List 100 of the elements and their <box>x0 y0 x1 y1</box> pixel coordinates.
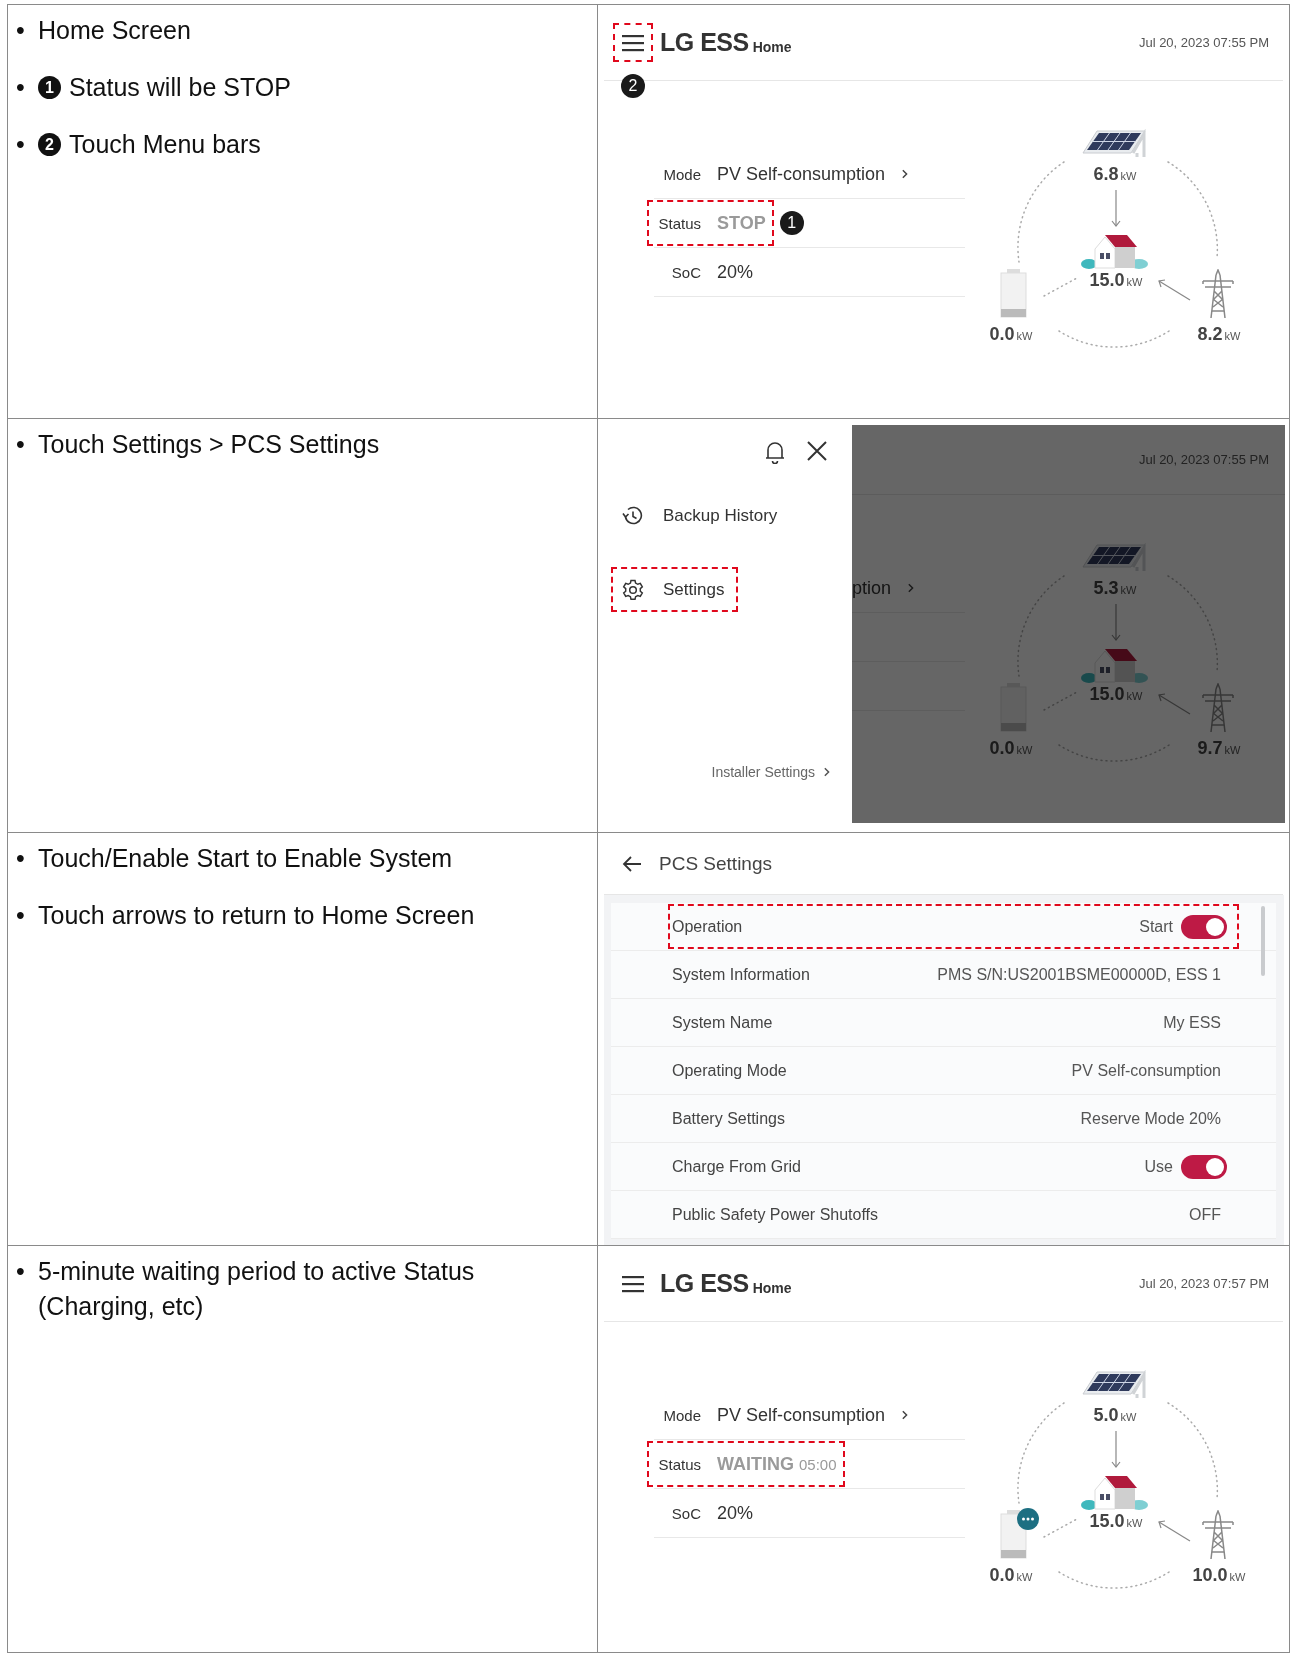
countdown-timer: 05:00 <box>799 1455 837 1473</box>
power-unit: kW <box>1126 690 1143 702</box>
settings-row[interactable]: Battery Settings Reserve Mode 20% <box>611 1095 1276 1143</box>
instruction-text: Touch Menu bars <box>69 129 261 160</box>
field-label: Status <box>657 214 701 232</box>
menu-icon <box>622 1274 644 1293</box>
callout-number: 2 <box>38 133 61 156</box>
power-unit: kW <box>1016 744 1033 756</box>
settings-icon <box>621 577 645 602</box>
power-tower-icon <box>1199 269 1237 318</box>
setting-value: PV Self-consumption <box>1071 1061 1221 1080</box>
field-value: 20% <box>717 1502 754 1524</box>
back-arrow-icon[interactable] <box>621 853 643 874</box>
instruction-text: 5-minute waiting period to active Status (Charging, etc) <box>38 1256 476 1322</box>
logo-text: LG ESS <box>660 28 749 57</box>
power-value: 0.0 <box>989 324 1015 344</box>
scrollbar[interactable] <box>1261 906 1265 976</box>
power-tower-icon <box>1199 1510 1237 1559</box>
power-value: 5.3 <box>1093 578 1119 598</box>
settings-row[interactable]: Operation Start <box>611 903 1276 951</box>
power-unit: kW <box>1016 1571 1033 1583</box>
power-unit: kW <box>1224 330 1241 342</box>
page-label: Home <box>752 38 792 55</box>
callout-number: 2 <box>621 74 645 98</box>
flow-arrow <box>1158 1520 1191 1542</box>
settings-row[interactable]: Operating Mode PV Self-consumption <box>611 1047 1276 1095</box>
instruction-text: Status will be STOP <box>69 72 291 103</box>
setting-label: Operating Mode <box>672 1061 787 1080</box>
instruction-text: Home Screen <box>38 15 191 46</box>
settings-row[interactable]: System Information PMS S/N:US2001BSME00000D, ESS 1 <box>611 951 1276 999</box>
setting-value: OFF <box>1189 1205 1221 1224</box>
power-value: 0.0 <box>989 738 1015 758</box>
power-value: 15.0 <box>1089 684 1125 704</box>
setting-value: PMS S/N:US2001BSME00000D, ESS 1 <box>937 965 1221 984</box>
bullet: • <box>16 129 26 160</box>
power-unit: kW <box>1126 276 1143 288</box>
solar-panel-icon <box>1081 543 1148 572</box>
power-value: 15.0 <box>1089 1511 1125 1531</box>
flow-arrow <box>1111 603 1121 641</box>
page-label: Home <box>752 1279 792 1296</box>
field-value: STOP <box>717 212 766 234</box>
bullet: • <box>16 900 26 931</box>
settings-row[interactable]: Charge From Grid Use <box>611 1143 1276 1191</box>
solar-panel-icon <box>1081 129 1148 158</box>
setting-label: Public Safety Power Shutoffs <box>672 1205 879 1224</box>
callout-number: 1 <box>38 76 61 99</box>
date-time: Jul 20, 2023 07:57 PM <box>1138 1276 1270 1291</box>
power-value: 0.0 <box>989 1565 1015 1585</box>
field-label: SoC <box>670 263 701 281</box>
notification-bell-icon[interactable] <box>764 440 786 464</box>
setting-label: Battery Settings <box>672 1109 785 1128</box>
chevron-right-icon <box>907 583 915 593</box>
callout-number: 1 <box>779 211 804 235</box>
setting-value: Start <box>1139 917 1173 936</box>
flow-arrow <box>1111 189 1121 227</box>
instruction-text: Touch Settings > PCS Settings <box>38 429 380 460</box>
setting-label: System Information <box>672 965 810 984</box>
bullet: • <box>16 1256 26 1287</box>
chevron-right-icon <box>823 767 830 777</box>
power-value: 15.0 <box>1089 270 1125 290</box>
battery-icon <box>999 269 1028 318</box>
date-time: Jul 20, 2023 07:55 PM <box>1138 35 1270 50</box>
power-unit: kW <box>1016 330 1033 342</box>
page-title: PCS Settings <box>659 852 772 875</box>
field-value: PV Self-consumption <box>717 1404 886 1426</box>
toggle-switch[interactable] <box>1181 914 1227 939</box>
menu-item[interactable]: Backup History <box>611 493 792 538</box>
setting-value: Use <box>1144 1157 1173 1176</box>
battery-icon <box>999 683 1028 732</box>
power-unit: kW <box>1120 584 1137 596</box>
bullet: • <box>16 843 26 874</box>
menu-item[interactable]: Settings <box>611 567 739 612</box>
setting-value: Reserve Mode 20% <box>1080 1109 1221 1128</box>
bullet: • <box>16 15 26 46</box>
power-unit: kW <box>1229 1571 1246 1583</box>
settings-row[interactable]: Public Safety Power Shutoffs OFF <box>611 1191 1276 1239</box>
dotted-connector <box>1043 277 1078 297</box>
toggle-switch[interactable] <box>1181 1154 1227 1179</box>
settings-row[interactable]: System Name My ESS <box>611 999 1276 1047</box>
dotted-connector <box>1043 691 1078 711</box>
field-value: 20% <box>717 261 754 283</box>
power-unit: kW <box>1224 744 1241 756</box>
flow-arrow <box>1158 693 1191 715</box>
field-value: PV Self-consumption <box>717 163 886 185</box>
setting-label: System Name <box>672 1013 773 1032</box>
field-label: Mode <box>662 1406 701 1424</box>
menu-icon <box>622 33 644 52</box>
close-icon[interactable] <box>806 440 828 462</box>
solar-panel-icon <box>1081 1370 1148 1399</box>
flow-arrow <box>1111 1430 1121 1468</box>
power-value: 6.8 <box>1093 164 1119 184</box>
setting-label: Operation <box>672 917 743 936</box>
menu-button[interactable] <box>613 23 653 62</box>
setting-label: Charge From Grid <box>672 1157 801 1176</box>
installer-settings-link[interactable]: Installer Settings <box>711 764 815 780</box>
power-value: 5.0 <box>1093 1405 1119 1425</box>
flow-arrow <box>1158 279 1191 301</box>
power-unit: kW <box>1120 170 1137 182</box>
setting-value: My ESS <box>1163 1013 1221 1032</box>
power-unit: kW <box>1126 1517 1143 1529</box>
